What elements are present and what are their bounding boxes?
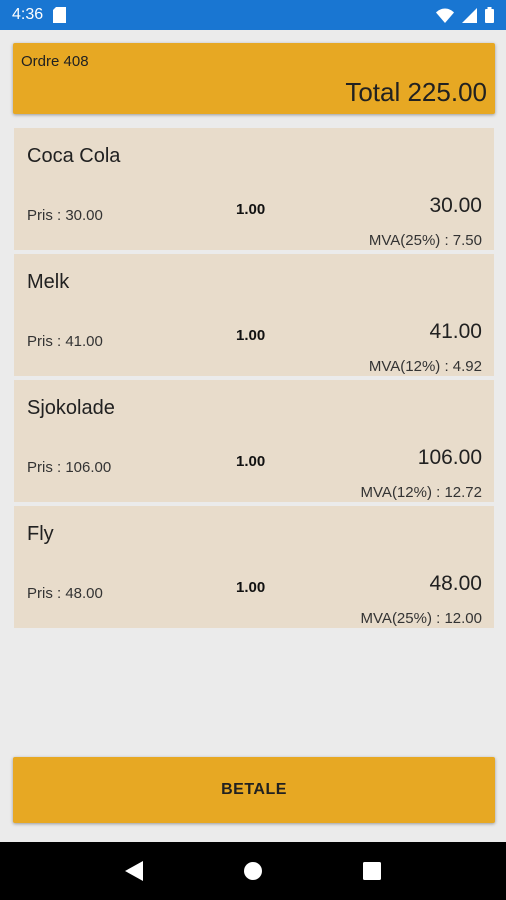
- order-item[interactable]: Sjokolade Pris : 106.00 1.00 106.00 MVA(…: [14, 380, 494, 502]
- status-time: 4:36: [12, 6, 44, 23]
- sd-card-icon: [53, 7, 67, 23]
- item-price: Pris : 48.00: [27, 585, 103, 602]
- item-price: Pris : 41.00: [27, 333, 103, 350]
- navigation-bar: [0, 842, 506, 900]
- item-price: Pris : 30.00: [27, 207, 103, 224]
- item-amount: 48.00: [429, 572, 482, 595]
- item-quantity: 1.00: [236, 201, 266, 218]
- item-vat: MVA(25%) : 12.00: [360, 610, 482, 627]
- item-amount: 106.00: [417, 446, 482, 469]
- battery-icon: [485, 7, 494, 23]
- order-total: Total 225.00: [345, 77, 487, 107]
- item-vat: MVA(12%) : 12.72: [360, 484, 482, 501]
- order-number: Ordre 408: [21, 53, 89, 70]
- item-price: Pris : 106.00: [27, 459, 112, 476]
- status-icons: [436, 7, 494, 23]
- order-item-list: Coca Cola Pris : 30.00 1.00 30.00 MVA(25…: [14, 128, 494, 632]
- order-item[interactable]: Coca Cola Pris : 30.00 1.00 30.00 MVA(25…: [14, 128, 494, 250]
- item-quantity: 1.00: [236, 453, 266, 470]
- item-vat: MVA(25%) : 7.50: [368, 232, 482, 249]
- signal-icon: [462, 7, 477, 23]
- item-name: Fly: [27, 523, 54, 545]
- recents-icon[interactable]: [363, 862, 381, 880]
- item-vat: MVA(12%) : 4.92: [368, 358, 482, 375]
- back-icon[interactable]: [125, 861, 143, 881]
- item-quantity: 1.00: [236, 327, 266, 344]
- pay-button[interactable]: BETALE: [13, 757, 495, 823]
- item-name: Melk: [27, 271, 70, 293]
- wifi-icon: [436, 8, 454, 23]
- order-header: Ordre 408 Total 225.00: [13, 43, 495, 114]
- item-amount: 41.00: [429, 320, 482, 343]
- item-name: Coca Cola: [27, 145, 121, 167]
- order-item[interactable]: Melk Pris : 41.00 1.00 41.00 MVA(12%) : …: [14, 254, 494, 376]
- item-quantity: 1.00: [236, 579, 266, 596]
- order-item[interactable]: Fly Pris : 48.00 1.00 48.00 MVA(25%) : 1…: [14, 506, 494, 628]
- home-icon[interactable]: [243, 861, 263, 881]
- item-amount: 30.00: [429, 194, 482, 217]
- item-name: Sjokolade: [27, 397, 115, 419]
- status-bar: 4:36: [0, 0, 506, 30]
